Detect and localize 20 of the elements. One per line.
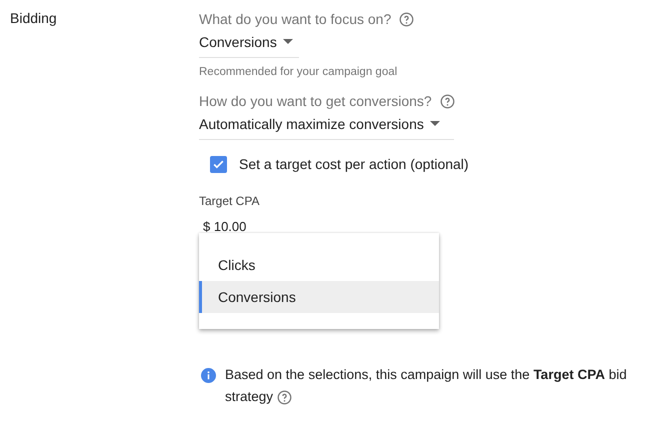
checkbox-label: Set a target cost per action (optional) — [239, 156, 469, 172]
help-icon[interactable] — [440, 94, 455, 108]
info-text: Based on the selections, this campaign will use the Target CPA bid strategy — [225, 366, 628, 407]
menu-item[interactable]: Clicks — [199, 249, 439, 281]
menu-item[interactable]: Conversions — [199, 281, 439, 313]
question-label: What do you want to focus on? — [199, 11, 392, 27]
field-label: Target CPA — [199, 194, 260, 208]
caret-icon — [430, 121, 440, 126]
help-icon[interactable] — [276, 390, 292, 405]
caret-icon — [282, 39, 293, 44]
amount-field[interactable]: $ 10.00 — [203, 219, 661, 234]
strategy-dropdown[interactable]: Automatically maximize conversions — [199, 110, 454, 140]
hint-text: Recommended for your campaign goal — [199, 66, 398, 78]
help-icon[interactable] — [399, 12, 414, 26]
question-label: How do you want to get conversions? — [199, 93, 432, 109]
checkmark-icon — [212, 158, 225, 170]
section-label: Bidding — [10, 10, 57, 26]
info-icon — [201, 368, 216, 383]
checkbox[interactable] — [210, 156, 227, 172]
focus-dropdown[interactable]: Conversions — [199, 28, 299, 58]
